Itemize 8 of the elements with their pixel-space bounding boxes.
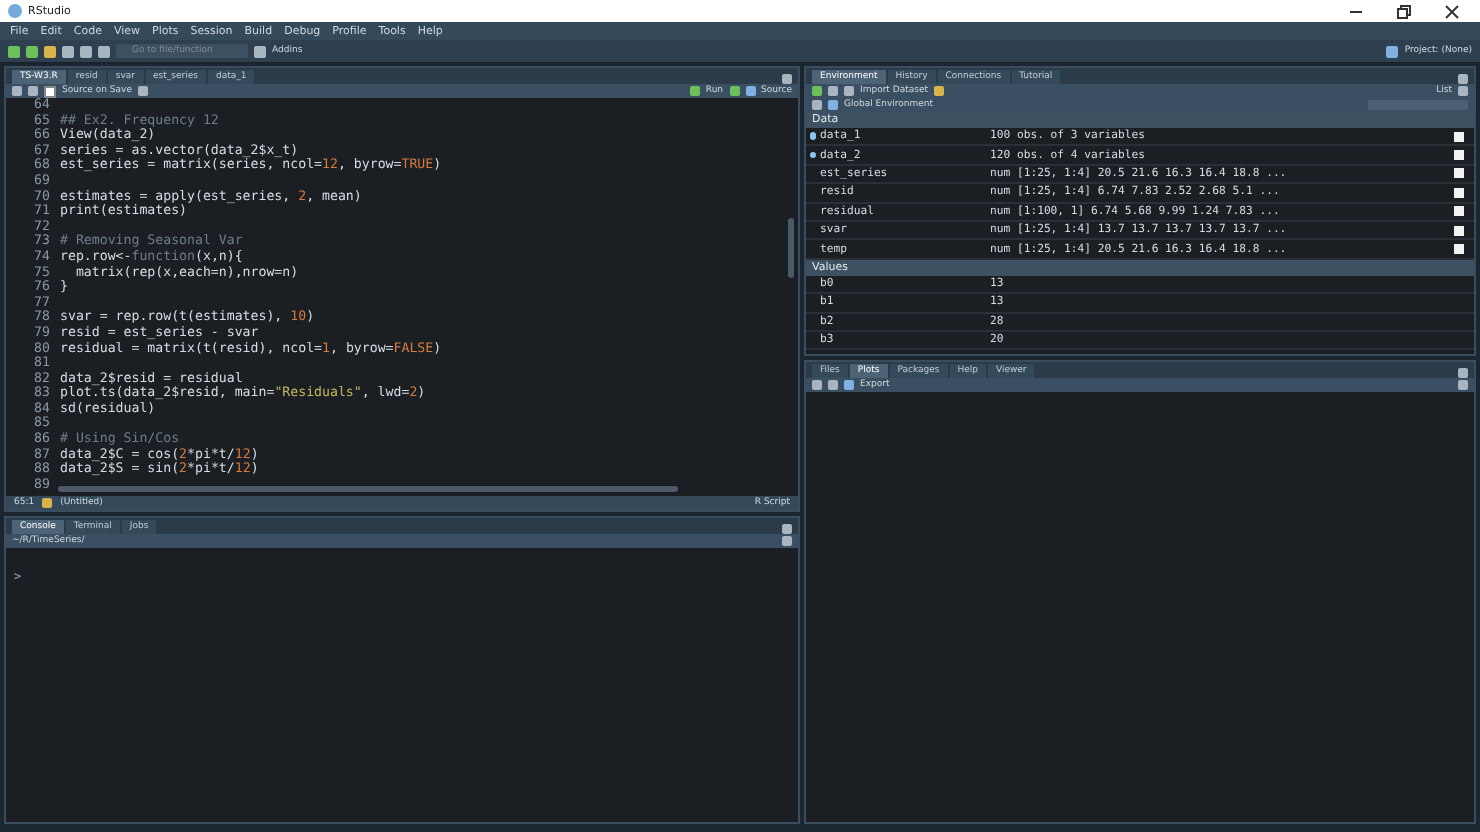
- scrollbar[interactable]: [788, 218, 794, 278]
- checkbox[interactable]: [44, 85, 56, 97]
- scrollbar[interactable]: [58, 486, 678, 492]
- expand-icon[interactable]: [809, 132, 817, 140]
- rstudio-logo-icon: [8, 4, 22, 18]
- restore-icon[interactable]: [1396, 3, 1412, 19]
- close-icon[interactable]: [1444, 3, 1460, 19]
- expand-icon[interactable]: [809, 151, 817, 159]
